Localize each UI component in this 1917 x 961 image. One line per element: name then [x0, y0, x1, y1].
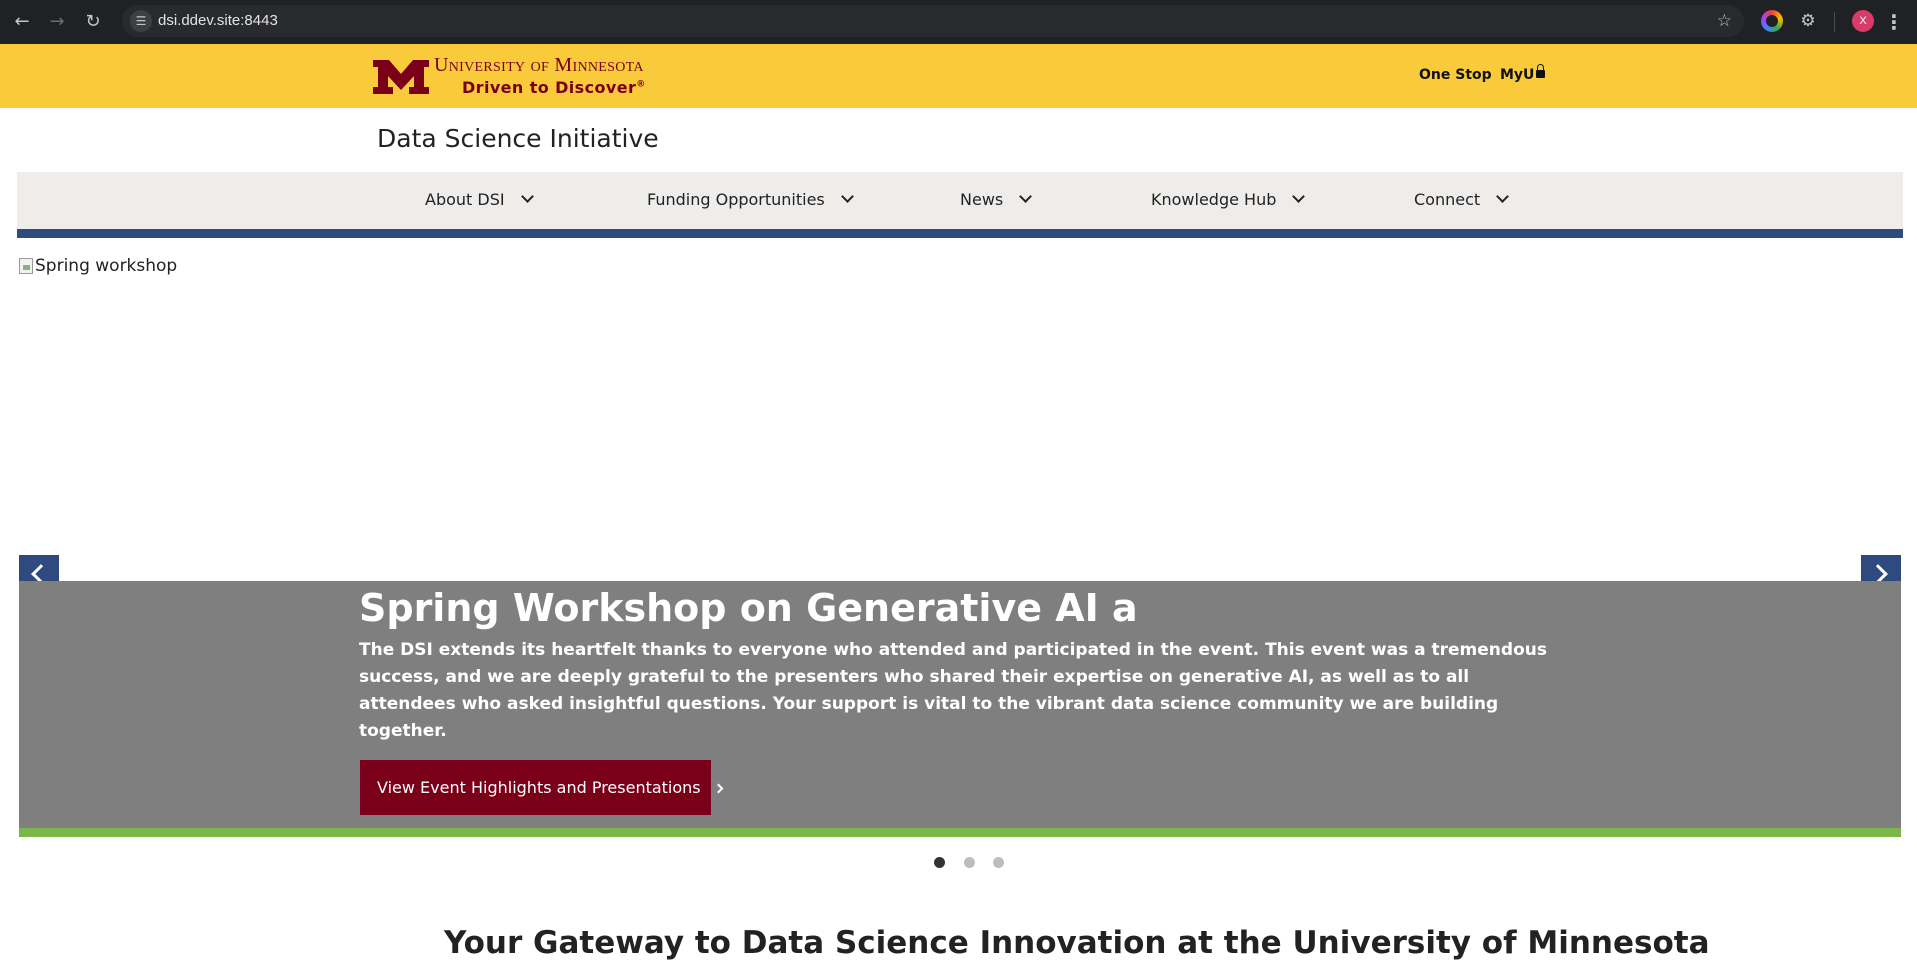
chevron-down-icon: [840, 190, 854, 203]
umn-block-m-logo-icon[interactable]: [371, 58, 431, 96]
carousel-dot-2[interactable]: [964, 857, 975, 868]
cta-label: View Event Highlights and Presentations: [377, 778, 701, 797]
university-header: [0, 44, 1917, 108]
slide-accent-bar: [19, 828, 1901, 837]
chevron-down-icon: [520, 190, 534, 203]
back-icon[interactable]: ←: [9, 9, 35, 35]
address-bar[interactable]: ☰ dsi.ddev.site:8443 ☆: [122, 5, 1744, 37]
university-name[interactable]: University of Minnesota: [434, 54, 644, 77]
site-title[interactable]: Data Science Initiative: [377, 124, 659, 153]
nav-item-news[interactable]: News: [960, 190, 1033, 209]
myu-link-label: MyU: [1500, 67, 1535, 83]
profile-avatar[interactable]: X: [1852, 10, 1874, 32]
lock-icon: [1536, 64, 1546, 78]
url-text[interactable]: dsi.ddev.site:8443: [158, 12, 278, 29]
slide-heading: Spring Workshop on Generative AI a: [359, 586, 1138, 630]
carousel-dot-3[interactable]: [993, 857, 1004, 868]
broken-image-icon: [19, 258, 33, 274]
nav-item-label: Knowledge Hub: [1151, 190, 1277, 209]
view-event-highlights-button[interactable]: View Event Highlights and Presentations: [360, 760, 724, 815]
main-navigation: About DSI Funding Opportunities News Kno…: [17, 172, 1903, 229]
slide-description: The DSI extends its heartfelt thanks to …: [359, 640, 1547, 741]
nav-item-connect[interactable]: Connect: [1414, 190, 1510, 209]
forward-icon[interactable]: →: [44, 9, 70, 35]
nav-item-about-dsi[interactable]: About DSI: [425, 190, 534, 209]
color-extension-icon[interactable]: [1761, 10, 1783, 32]
university-name-text: University of Minnesota: [434, 54, 644, 76]
menu-kebab-icon[interactable]: ⋮: [1884, 9, 1904, 35]
chevron-down-icon: [1496, 190, 1510, 203]
bookmark-star-icon[interactable]: ☆: [1717, 10, 1732, 32]
chevron-down-icon: [1292, 190, 1306, 203]
chevron-down-icon: [1019, 190, 1033, 203]
nav-item-funding-opportunities[interactable]: Funding Opportunities: [647, 190, 854, 209]
nav-item-label: About DSI: [425, 190, 505, 209]
browser-toolbar: ← → ↻ ☰ dsi.ddev.site:8443 ☆ ⚙ X ⋮: [0, 0, 1917, 44]
university-tagline: Driven to Discover®: [462, 78, 646, 97]
nav-accent-bar: [17, 229, 1903, 238]
reload-icon[interactable]: ↻: [80, 9, 106, 35]
tagline-text: Driven to Discover: [462, 78, 637, 97]
myu-link[interactable]: MyU: [1500, 64, 1546, 83]
slide-image: Spring workshop: [19, 256, 177, 276]
site-settings-icon[interactable]: ☰: [130, 10, 152, 32]
chevron-right-icon: [713, 783, 724, 794]
registered-mark: ®: [636, 79, 646, 90]
nav-item-label: Funding Opportunities: [647, 190, 825, 209]
one-stop-link[interactable]: One Stop: [1419, 67, 1492, 83]
extensions-puzzle-icon[interactable]: ⚙: [1797, 10, 1819, 32]
nav-item-label: Connect: [1414, 190, 1481, 209]
carousel-dot-1[interactable]: [934, 857, 945, 868]
slide-image-alt-text: Spring workshop: [35, 256, 178, 276]
nav-item-label: News: [960, 190, 1004, 209]
toolbar-separator: [1834, 12, 1835, 32]
section-heading: Your Gateway to Data Science Innovation …: [444, 925, 1710, 961]
nav-item-knowledge-hub[interactable]: Knowledge Hub: [1151, 190, 1306, 209]
